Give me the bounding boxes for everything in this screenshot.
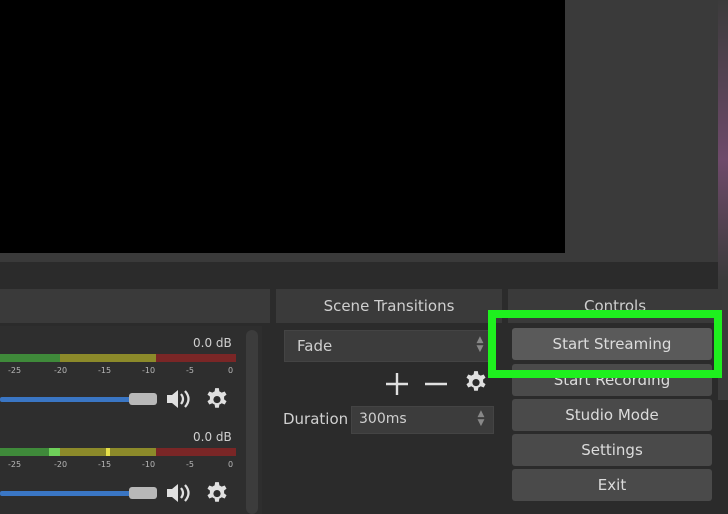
- add-transition-icon[interactable]: [383, 370, 411, 398]
- speaker-icon[interactable]: [165, 387, 193, 411]
- program-preview[interactable]: [0, 0, 565, 253]
- channel-1-db-label: 0.0 dB: [193, 336, 232, 350]
- channel-1-slider-handle[interactable]: [129, 393, 157, 405]
- channel-2-volume-slider[interactable]: [0, 491, 138, 496]
- channel-2-db-label: 0.0 dB: [193, 430, 232, 444]
- remove-transition-icon[interactable]: [422, 370, 450, 398]
- mixer-scrollbar[interactable]: [246, 330, 258, 514]
- duration-label: Duration: [283, 410, 349, 428]
- channel-1-volume-slider[interactable]: [0, 397, 138, 402]
- channel-2-slider-handle[interactable]: [129, 487, 157, 499]
- duration-value: 300ms: [359, 411, 407, 427]
- channel-2-meter-ticks: -25 -20 -15 -10 -5 0: [8, 460, 234, 469]
- chevron-updown-icon: ▲ ▼: [476, 335, 484, 354]
- transition-select-value: Fade: [297, 337, 333, 355]
- scene-transitions-header: Scene Transitions: [276, 289, 502, 323]
- preview-area: [0, 0, 728, 262]
- speaker-icon[interactable]: [165, 481, 193, 505]
- chevron-updown-icon[interactable]: ▲ ▼: [474, 410, 488, 428]
- channel-1-volume-meter: [0, 354, 236, 362]
- duration-spinbox[interactable]: 300ms ▲ ▼: [351, 406, 494, 434]
- settings-button[interactable]: Settings: [512, 434, 712, 466]
- studio-mode-button[interactable]: Studio Mode: [512, 399, 712, 431]
- audio-mixer-header: [0, 289, 270, 323]
- gear-icon[interactable]: [463, 370, 489, 396]
- gear-icon[interactable]: [204, 481, 230, 507]
- transition-select[interactable]: Fade ▲ ▼: [284, 330, 492, 362]
- gear-icon[interactable]: [204, 387, 230, 413]
- exit-button[interactable]: Exit: [512, 469, 712, 501]
- channel-1-meter-ticks: -25 -20 -15 -10 -5 0: [8, 366, 234, 375]
- channel-2-volume-meter: [0, 448, 236, 456]
- highlight-box: [488, 310, 722, 378]
